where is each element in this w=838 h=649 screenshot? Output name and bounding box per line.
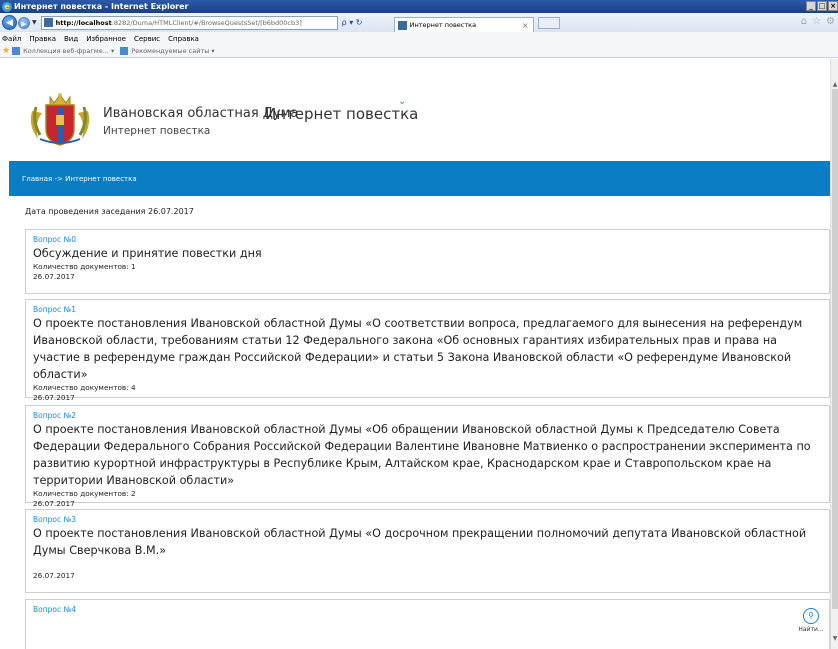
find-button[interactable]: ⚲ Найти... [797, 608, 825, 633]
documents-count [33, 559, 821, 571]
suggested-sites-icon [120, 47, 129, 55]
session-date: Дата проведения заседания 26.07.2017 [25, 207, 194, 216]
question-card[interactable]: Вопрос №3 О проекте постановления Иванов… [25, 509, 830, 593]
breadcrumb[interactable]: Главная -> Интернет повестка [22, 175, 137, 183]
question-number-link[interactable]: Вопрос №1 [33, 305, 821, 315]
browser-navbar: ◀ ▶ ▼ http://localhost :8282/Duma/HTMLCl… [0, 13, 838, 33]
question-card[interactable]: Вопрос №1 О проекте постановления Иванов… [25, 299, 830, 402]
site-subtitle: Интернет повестка [103, 125, 211, 137]
favorites-bar: ★ Коллекция веб-фрагме... ▾ Рекомендуемы… [0, 45, 838, 58]
forward-button[interactable]: ▶ [18, 16, 30, 29]
documents-count: Количество документов: 1 [33, 262, 136, 271]
address-host: http://localhost [55, 18, 112, 27]
menu-tools[interactable]: Сервис [134, 35, 160, 43]
settings-gear-icon[interactable]: ⚙ [826, 16, 835, 27]
question-card[interactable]: Вопрос №0 Обсуждение и принятие повестки… [25, 229, 830, 294]
menu-view[interactable]: Вид [64, 35, 78, 43]
tab-title: Интернет повестка [409, 21, 477, 29]
home-icon[interactable]: ⌂ [801, 16, 807, 27]
question-date: 26.07.2017 [33, 571, 75, 580]
window-titlebar: e Интернет повестка - Internet Explorer … [0, 0, 838, 13]
browser-right-icons: ⌂ ☆ ⚙ [801, 16, 835, 27]
find-label: Найти... [798, 626, 824, 633]
history-dropdown-icon[interactable]: ▼ [32, 19, 37, 26]
question-card[interactable]: Вопрос №4 [25, 599, 830, 649]
back-button[interactable]: ◀ [2, 15, 17, 30]
tab-favicon-icon [397, 20, 407, 30]
question-date: 26.07.2017 [33, 272, 75, 281]
favorites-star-icon[interactable]: ★ [2, 46, 10, 56]
maximize-button[interactable]: □ [817, 1, 827, 11]
question-title: О проекте постановления Ивановской облас… [33, 527, 807, 557]
question-date: 26.07.2017 [33, 393, 75, 402]
ie-logo-icon: e [2, 1, 12, 12]
tab-close-icon[interactable]: × [522, 21, 529, 30]
favorites-star-icon[interactable]: ☆ [812, 16, 821, 27]
site-favicon-icon [43, 18, 53, 27]
breadcrumb-bar: Главная -> Интернет повестка [9, 161, 831, 196]
search-icon: ⚲ [803, 608, 819, 624]
menu-file[interactable]: Файл [2, 35, 21, 43]
menu-help[interactable]: Справка [168, 35, 199, 43]
question-number-link[interactable]: Вопрос №4 [33, 605, 821, 615]
documents-count: Количество документов: 2 [33, 489, 136, 498]
web-slice-icon [12, 47, 21, 55]
address-tools[interactable]: ρ ▾ ↻ [338, 16, 388, 30]
documents-count: Количество документов: 4 [33, 383, 136, 392]
question-date: 26.07.2017 [33, 499, 75, 508]
question-number-link[interactable]: Вопрос №2 [33, 411, 821, 421]
question-title: О проекте постановления Ивановской облас… [33, 423, 811, 487]
question-title: О проекте постановления Ивановской облас… [33, 317, 803, 381]
scrollbar-thumb[interactable] [832, 89, 838, 609]
chevron-down-icon[interactable]: ⌄ [398, 96, 406, 107]
menu-edit[interactable]: Правка [29, 35, 56, 43]
new-tab-button[interactable] [537, 16, 560, 29]
window-title: Интернет повестка - Internet Explorer [14, 2, 189, 11]
coat-of-arms-icon [30, 93, 90, 146]
question-number-link[interactable]: Вопрос №3 [33, 515, 821, 525]
close-window-button[interactable]: × [828, 1, 838, 11]
favbar-item-web-slices[interactable]: Коллекция веб-фрагме... ▾ [12, 47, 114, 55]
browser-tab[interactable]: Интернет повестка × [393, 16, 534, 33]
question-number-link[interactable]: Вопрос №0 [33, 235, 821, 245]
question-card[interactable]: Вопрос №2 О проекте постановления Иванов… [25, 405, 830, 508]
window-controls: _ □ × [806, 1, 838, 11]
page-scrollbar[interactable]: ▲ ▼ [830, 59, 838, 649]
menu-bar: Файл Правка Вид Избранное Сервис Справка [0, 32, 838, 45]
address-path: :8282/Duma/HTMLClient/#/BrowseQuestsSet/… [111, 18, 302, 27]
minimize-button[interactable]: _ [806, 1, 816, 11]
scroll-up-icon[interactable]: ▲ [831, 81, 838, 89]
address-bar[interactable]: http://localhost :8282/Duma/HTMLClient/#… [40, 15, 338, 30]
question-title: Обсуждение и принятие повестки дня [33, 247, 262, 260]
scroll-down-icon[interactable]: ▼ [831, 635, 838, 643]
site-title-dropdown[interactable]: Интернет повестка [265, 105, 418, 123]
favbar-item-suggested-sites[interactable]: Рекомендуемые сайты ▾ [120, 47, 215, 55]
menu-favorites[interactable]: Избранное [86, 35, 126, 43]
site-header: Ивановская областная Дума Интернет повес… [28, 86, 528, 146]
page-content: Ивановская областная Дума Интернет повес… [0, 59, 838, 649]
